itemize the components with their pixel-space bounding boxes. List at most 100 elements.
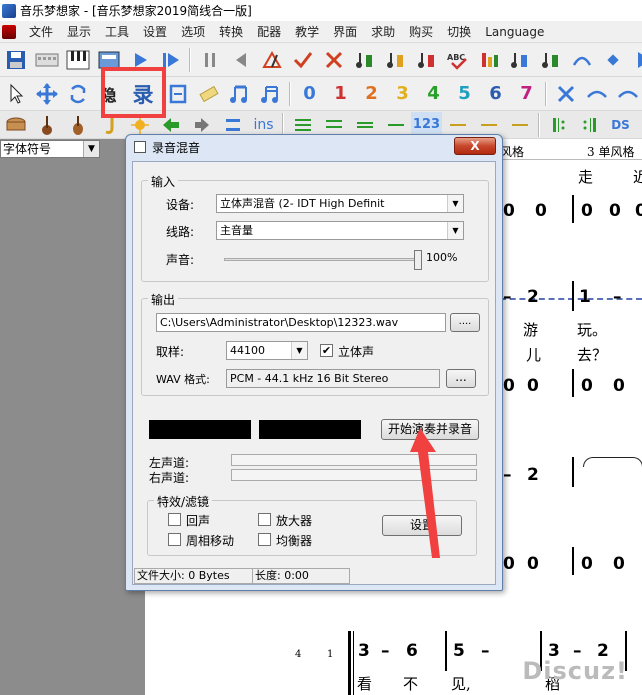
note[interactable]: 0 bbox=[503, 376, 515, 396]
menu-language[interactable]: Language bbox=[478, 25, 551, 39]
eighth-notes-icon[interactable] bbox=[224, 79, 255, 109]
note-tool-3-icon[interactable] bbox=[411, 45, 442, 75]
menu-interface[interactable]: 界面 bbox=[326, 23, 364, 40]
menu-buy[interactable]: 购买 bbox=[402, 23, 440, 40]
amplifier-checkbox[interactable] bbox=[258, 513, 271, 526]
note[interactable]: – bbox=[503, 287, 512, 307]
digit-1-button[interactable]: 1 bbox=[325, 79, 356, 109]
ds-button[interactable]: DS bbox=[605, 112, 636, 138]
line-select[interactable]: 主音量 ▼ bbox=[216, 221, 464, 240]
eraser-icon[interactable] bbox=[193, 79, 224, 109]
note[interactable]: 0 bbox=[581, 554, 593, 574]
note[interactable]: 0 bbox=[527, 554, 539, 574]
note[interactable]: – bbox=[613, 287, 622, 307]
note[interactable]: – bbox=[381, 641, 390, 661]
echo-checkbox[interactable] bbox=[168, 513, 181, 526]
note[interactable]: 2 bbox=[527, 465, 539, 485]
metronome-icon[interactable] bbox=[256, 45, 287, 75]
menu-view[interactable]: 显示 bbox=[60, 23, 98, 40]
digit-5-button[interactable]: 5 bbox=[449, 79, 480, 109]
keyboard-icon[interactable] bbox=[31, 45, 62, 75]
note[interactable]: 0 bbox=[581, 201, 593, 221]
delete-icon[interactable] bbox=[550, 79, 581, 109]
note[interactable]: 0 bbox=[527, 376, 539, 396]
menu-teaching[interactable]: 教学 bbox=[288, 23, 326, 40]
browse-button[interactable]: .... bbox=[450, 313, 480, 332]
menu-switch[interactable]: 切换 bbox=[440, 23, 478, 40]
chevron-down-icon[interactable]: ▼ bbox=[447, 195, 463, 212]
note[interactable]: 0 bbox=[503, 201, 515, 221]
note[interactable]: – bbox=[503, 465, 512, 485]
stereo-checkbox[interactable]: ✔ bbox=[320, 344, 333, 357]
piano-icon[interactable] bbox=[62, 45, 93, 75]
settings-button[interactable]: 设置 bbox=[382, 515, 462, 536]
move-icon[interactable] bbox=[31, 79, 62, 109]
note[interactable]: 0 bbox=[503, 554, 515, 574]
note-tool-icon[interactable] bbox=[349, 45, 380, 75]
note[interactable]: 0 bbox=[613, 376, 625, 396]
digit-3-button[interactable]: 3 bbox=[387, 79, 418, 109]
note[interactable]: 1 bbox=[579, 287, 591, 307]
note-tool-2-icon[interactable] bbox=[380, 45, 411, 75]
chevron-down-icon[interactable]: ▼ bbox=[447, 222, 463, 239]
digit-0-button[interactable]: 0 bbox=[294, 79, 325, 109]
menu-instruments[interactable]: 配器 bbox=[250, 23, 288, 40]
note[interactable]: 0 bbox=[613, 554, 625, 574]
guitar-icon[interactable] bbox=[31, 112, 62, 138]
save-icon[interactable] bbox=[0, 45, 31, 75]
repeat-start-icon[interactable] bbox=[543, 112, 574, 138]
menu-settings[interactable]: 设置 bbox=[136, 23, 174, 40]
note[interactable]: 3 bbox=[358, 641, 370, 661]
slur-icon[interactable] bbox=[581, 79, 612, 109]
menu-file[interactable]: 文件 bbox=[22, 23, 60, 40]
arc-icon[interactable] bbox=[566, 45, 597, 75]
mixer-icon[interactable] bbox=[473, 45, 504, 75]
start-record-button[interactable]: 开始演奏并录音 bbox=[381, 419, 479, 440]
drum-icon[interactable] bbox=[0, 112, 31, 138]
menu-convert[interactable]: 转换 bbox=[212, 23, 250, 40]
pipa-icon[interactable] bbox=[62, 112, 93, 138]
digit-6-button[interactable]: 6 bbox=[480, 79, 511, 109]
chevron-down-icon[interactable]: ▼ bbox=[291, 342, 307, 359]
note[interactable]: 5 bbox=[453, 641, 465, 661]
note[interactable]: 0 bbox=[609, 201, 621, 221]
note[interactable]: – bbox=[481, 641, 490, 661]
equalizer-checkbox[interactable] bbox=[258, 533, 271, 546]
diamond-icon[interactable] bbox=[597, 45, 628, 75]
volume-slider-track[interactable] bbox=[224, 258, 420, 261]
document-icon[interactable] bbox=[2, 24, 16, 39]
dialog-titlebar[interactable]: 录音混音 bbox=[126, 135, 502, 159]
tie-icon[interactable] bbox=[612, 79, 642, 109]
arrow-right-icon[interactable] bbox=[628, 45, 642, 75]
rewind-icon[interactable] bbox=[225, 45, 256, 75]
check-icon[interactable] bbox=[287, 45, 318, 75]
sixteenth-notes-icon[interactable] bbox=[255, 79, 286, 109]
note[interactable]: 0 bbox=[635, 201, 642, 221]
wav-format-button[interactable]: ... bbox=[446, 369, 476, 388]
volume-slider-thumb[interactable] bbox=[414, 250, 422, 270]
sample-select[interactable]: 44100 ▼ bbox=[226, 341, 308, 360]
pointer-icon[interactable] bbox=[0, 79, 31, 109]
note[interactable]: 0 bbox=[581, 376, 593, 396]
digit-7-button[interactable]: 7 bbox=[511, 79, 542, 109]
digit-4-button[interactable]: 4 bbox=[418, 79, 449, 109]
menu-help[interactable]: 求助 bbox=[364, 23, 402, 40]
chevron-down-icon[interactable]: ▼ bbox=[83, 141, 99, 157]
spellcheck-icon[interactable]: ABC bbox=[442, 45, 473, 75]
menu-tools[interactable]: 工具 bbox=[98, 23, 136, 40]
loop-icon[interactable] bbox=[62, 79, 93, 109]
mute-icon[interactable] bbox=[318, 45, 349, 75]
digit-2-button[interactable]: 2 bbox=[356, 79, 387, 109]
note[interactable]: 6 bbox=[406, 641, 418, 661]
close-button[interactable]: X bbox=[454, 137, 496, 155]
note[interactable]: 0 bbox=[535, 201, 547, 221]
repeat-end-icon[interactable] bbox=[574, 112, 605, 138]
sync-icon[interactable] bbox=[162, 79, 193, 109]
output-path-field[interactable]: C:\Users\Administrator\Desktop\12323.wav bbox=[156, 313, 446, 332]
note-tool-5-icon[interactable] bbox=[535, 45, 566, 75]
device-select[interactable]: 立体声混音 (2- IDT High Definit ▼ bbox=[216, 194, 464, 213]
font-select[interactable]: 字体符号 ▼ bbox=[0, 140, 100, 158]
note-tool-4-icon[interactable] bbox=[504, 45, 535, 75]
pause-icon[interactable] bbox=[194, 45, 225, 75]
note[interactable]: 2 bbox=[527, 287, 539, 307]
